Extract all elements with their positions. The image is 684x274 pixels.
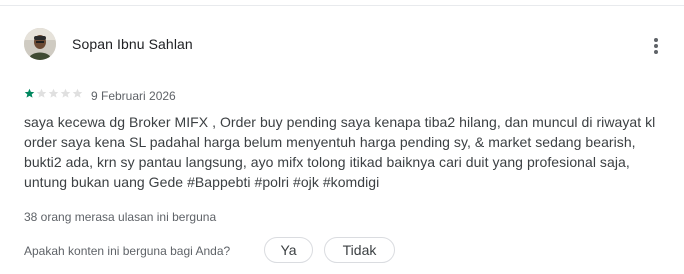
review-date: 9 Februari 2026: [91, 89, 176, 103]
helpful-count: 38 orang merasa ulasan ini berguna: [24, 210, 217, 224]
review-card: Sopan Ibnu Sahlan 9 Februari 2026 saya k…: [0, 0, 684, 274]
helpful-question: Apakah konten ini berguna bagi Anda?: [24, 244, 231, 258]
avatar: [24, 28, 56, 60]
star-empty-icon: [60, 88, 71, 98]
avatar-image: [24, 28, 56, 60]
helpful-no-button[interactable]: Tidak: [324, 237, 395, 263]
more-options-button[interactable]: [644, 32, 668, 60]
more-vert-icon: [654, 38, 658, 54]
star-filled-icon: [24, 88, 35, 98]
star-empty-icon: [72, 88, 83, 98]
reviewer-name: Sopan Ibnu Sahlan: [72, 36, 193, 52]
review-text: saya kecewa dg Broker MIFX , Order buy p…: [24, 114, 656, 190]
helpful-yes-button[interactable]: Ya: [264, 237, 313, 263]
star-empty-icon: [36, 88, 47, 98]
star-empty-icon: [48, 88, 59, 98]
star-rating: [24, 88, 83, 99]
